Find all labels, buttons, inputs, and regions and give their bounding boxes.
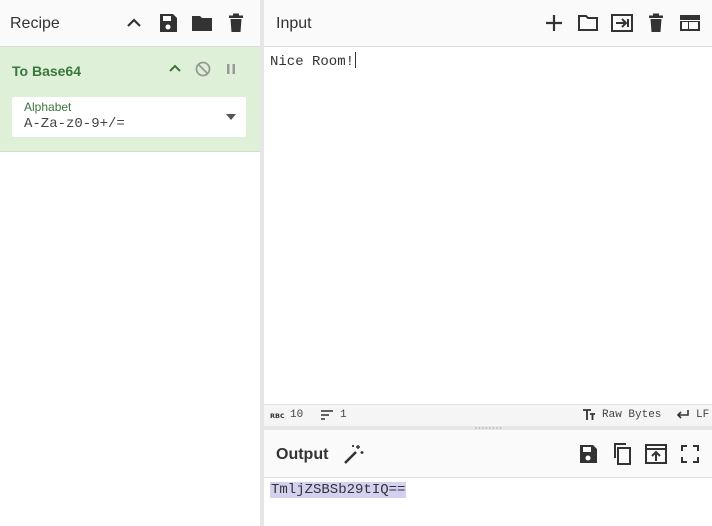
output-title: Output	[276, 446, 329, 463]
input-value: Nice Room!	[270, 54, 355, 70]
replace-input-icon[interactable]	[644, 442, 668, 466]
trash-icon[interactable]	[644, 11, 668, 35]
chevron-up-icon[interactable]	[165, 59, 185, 79]
sort-lines-icon	[320, 409, 334, 421]
input-format-value: Raw Bytes	[602, 409, 662, 421]
svg-text:RBC: RBC	[270, 412, 284, 419]
output-panel: Output TmljZSBSb29tIQ==	[264, 430, 712, 526]
copy-icon[interactable]	[610, 442, 634, 466]
input-format-selector[interactable]: Raw Bytes	[582, 409, 661, 421]
import-icon[interactable]	[610, 11, 634, 35]
trash-icon[interactable]	[224, 11, 248, 35]
layout-icon[interactable]	[678, 11, 702, 35]
text-cursor	[355, 52, 357, 68]
input-textarea[interactable]: Nice Room!	[270, 52, 357, 70]
recipe-title: Recipe	[10, 15, 60, 32]
plus-icon[interactable]	[542, 11, 566, 35]
abc-icon: RBC	[270, 411, 284, 419]
save-icon[interactable]	[576, 442, 600, 466]
disable-icon[interactable]	[193, 59, 213, 79]
alphabet-select[interactable]: Alphabet A-Za-z0-9+/=	[12, 97, 246, 137]
return-icon	[676, 409, 690, 421]
eol-value: LF	[696, 409, 710, 421]
pause-icon[interactable]	[221, 59, 241, 79]
alphabet-label: Alphabet	[24, 100, 72, 114]
text-format-icon	[582, 409, 596, 421]
input-panel: Input Nice Room! RBC 10 1 Raw Bytes LF	[264, 0, 712, 427]
folder-open-icon[interactable]	[576, 11, 600, 35]
input-header: Input	[264, 0, 712, 47]
alphabet-value: A-Za-z0-9+/=	[24, 116, 125, 132]
recipe-header: Recipe	[0, 0, 260, 47]
chevron-up-icon[interactable]	[122, 11, 146, 35]
operation-title: To Base64	[12, 63, 81, 79]
fullscreen-icon[interactable]	[678, 442, 702, 466]
save-icon[interactable]	[156, 11, 180, 35]
lines-stat: 1	[320, 409, 347, 421]
magic-wand-icon[interactable]	[342, 442, 366, 466]
eol-selector[interactable]: LF	[676, 409, 709, 421]
input-title: Input	[276, 15, 312, 32]
caret-down-icon[interactable]	[226, 114, 236, 120]
lines-value: 1	[340, 409, 347, 421]
length-value: 10	[290, 409, 304, 421]
recipe-panel: Recipe To Base64 Alphabet A-Za-z0-9+/=	[0, 0, 260, 526]
output-header: Output	[264, 430, 712, 478]
folder-icon[interactable]	[190, 11, 214, 35]
operation-to-base64[interactable]: To Base64 Alphabet A-Za-z0-9+/=	[0, 47, 260, 152]
length-stat: RBC 10	[270, 409, 303, 421]
input-status-bar: RBC 10 1 Raw Bytes LF	[264, 404, 712, 427]
output-value[interactable]: TmljZSBSb29tIQ==	[270, 482, 407, 498]
